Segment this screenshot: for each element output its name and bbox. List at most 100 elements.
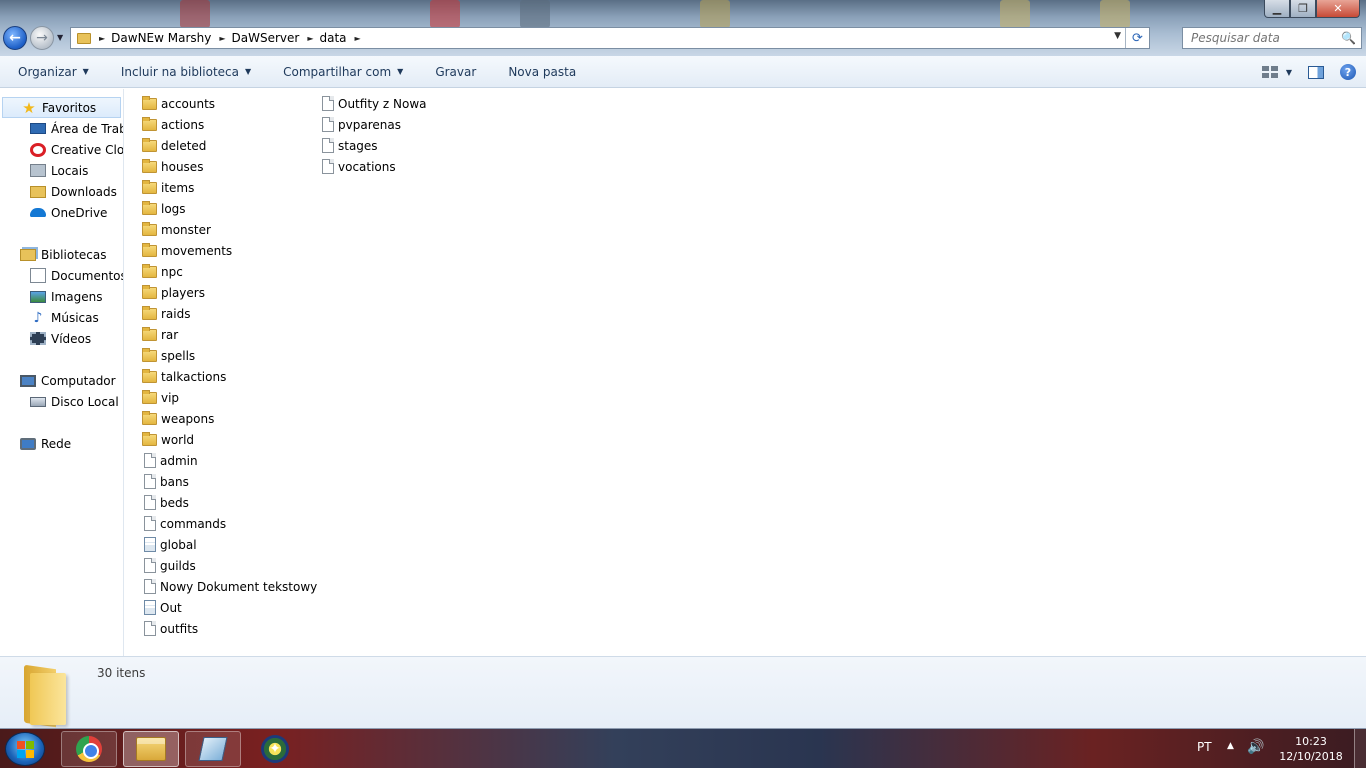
start-button[interactable] [5,732,45,766]
file-icon [144,516,156,531]
include-library-label: Incluir na biblioteca [120,64,239,79]
folder-item[interactable]: logs [142,198,317,219]
folder-item[interactable]: rar [142,324,317,345]
address-dropdown[interactable]: ▼ [1114,31,1121,41]
folder-item[interactable]: players [142,282,317,303]
nav-libraries[interactable]: Bibliotecas [0,244,123,265]
command-bar: Organizar ▼ Incluir na biblioteca ▼ Comp… [0,56,1366,88]
desktop-icon [30,123,46,134]
nav-item-downloads[interactable]: Downloads [0,181,123,202]
folder-item[interactable]: world [142,429,317,450]
help-icon[interactable]: ? [1340,64,1356,80]
back-button[interactable]: ← [3,26,27,50]
breadcrumb-item[interactable]: data [319,31,346,45]
folder-item[interactable]: deleted [142,135,317,156]
taskbar-app[interactable]: ✦ [247,731,303,767]
file-item[interactable]: beds [142,492,317,513]
file-item[interactable]: Outfity z Nowa [320,93,427,114]
file-name: spells [161,348,196,363]
nav-item-images[interactable]: Imagens [0,286,123,307]
folder-icon [142,179,157,194]
folder-item[interactable]: actions [142,114,317,135]
burn-label: Gravar [435,64,477,79]
include-library-menu[interactable]: Incluir na biblioteca ▼ [99,56,261,87]
clock-date: 12/10/2018 [1279,750,1343,763]
preview-pane-icon[interactable] [1308,65,1324,79]
onedrive-icon [30,208,46,217]
breadcrumb-separator[interactable]: ► [99,34,105,43]
language-indicator[interactable]: PT [1197,740,1212,754]
refresh-icon[interactable]: ⟳ [1125,28,1149,48]
breadcrumb-separator[interactable]: ► [219,34,225,43]
nav-favorites[interactable]: ★ Favoritos [2,97,121,118]
nav-item-videos[interactable]: Vídeos [0,328,123,349]
minimize-button[interactable]: ▁ [1264,0,1290,18]
clock-time: 10:23 [1295,735,1327,748]
maximize-button[interactable]: ❐ [1290,0,1316,18]
search-box[interactable]: 🔍 [1182,27,1362,49]
file-icon [322,138,334,153]
file-item[interactable]: stages [320,135,427,156]
folder-item[interactable]: monster [142,219,317,240]
nav-item-local-disk[interactable]: Disco Local (C:) [0,391,123,412]
address-bar[interactable]: ► DawNEw Marshy ► DaWServer ► data ► ▼ ⟳ [70,27,1150,49]
pane-splitter[interactable] [123,89,124,656]
folder-item[interactable]: items [142,177,317,198]
change-view-button[interactable]: ▼ [1261,66,1292,78]
nav-item-places[interactable]: Locais [0,160,123,181]
nav-item-desktop[interactable]: Área de Trabalho [0,118,123,139]
taskbar-app[interactable] [185,731,241,767]
breadcrumb-item[interactable]: DawNEw Marshy [111,31,211,45]
share-with-menu[interactable]: Compartilhar com ▼ [261,56,413,87]
file-item[interactable]: pvparenas [320,114,427,135]
nav-network[interactable]: Rede [0,433,123,454]
breadcrumb-item[interactable]: DaWServer [232,31,300,45]
folder-item[interactable]: accounts [142,93,317,114]
file-name: rar [161,327,179,342]
new-folder-button[interactable]: Nova pasta [486,56,586,87]
file-item[interactable]: Nowy Dokument tekstowy [142,576,317,597]
burn-button[interactable]: Gravar [413,56,486,87]
file-item[interactable]: vocations [320,156,427,177]
search-icon[interactable]: 🔍 [1341,31,1356,45]
taskbar-explorer[interactable] [123,731,179,767]
file-item[interactable]: global [142,534,317,555]
chevron-down-icon: ▼ [397,67,404,76]
file-item[interactable]: Out [142,597,317,618]
taskbar-chrome[interactable] [61,731,117,767]
forward-button[interactable]: → [30,26,54,50]
folder-item[interactable]: vip [142,387,317,408]
file-item[interactable]: admin [142,450,317,471]
recent-pages-dropdown[interactable]: ▼ [57,33,63,42]
folder-item[interactable]: weapons [142,408,317,429]
nav-item-onedrive[interactable]: OneDrive [0,202,123,223]
breadcrumb-separator[interactable]: ► [355,34,361,43]
folder-item[interactable]: talkactions [142,366,317,387]
close-button[interactable]: ✕ [1316,0,1360,18]
file-item[interactable]: bans [142,471,317,492]
file-item[interactable]: commands [142,513,317,534]
file-item[interactable]: guilds [142,555,317,576]
nav-item-creative-cloud[interactable]: Creative Cloud Files [0,139,123,160]
network-icon [20,437,36,450]
volume-icon[interactable]: 🔊 [1247,739,1264,755]
organize-menu[interactable]: Organizar ▼ [0,56,99,87]
file-list: accounts actions deleted houses items logs mon… [134,93,1354,653]
nav-item-music[interactable]: ♪ Músicas [0,307,123,328]
view-icon [1261,66,1278,78]
search-input[interactable] [1191,31,1336,45]
folder-item[interactable]: houses [142,156,317,177]
folder-item[interactable]: npc [142,261,317,282]
nav-item-documents[interactable]: Documentos [0,265,123,286]
show-desktop-button[interactable] [1354,729,1366,768]
folder-item[interactable]: movements [142,240,317,261]
nav-computer[interactable]: Computador [0,370,123,391]
folder-item[interactable]: spells [142,345,317,366]
show-hidden-icons[interactable]: ▲ [1227,741,1234,751]
file-item[interactable]: outfits [142,618,317,639]
folder-item[interactable]: raids [142,303,317,324]
clock[interactable]: 10:23 12/10/2018 [1276,734,1346,764]
file-name: logs [161,201,186,216]
breadcrumb-separator[interactable]: ► [307,34,313,43]
file-name: raids [161,306,191,321]
